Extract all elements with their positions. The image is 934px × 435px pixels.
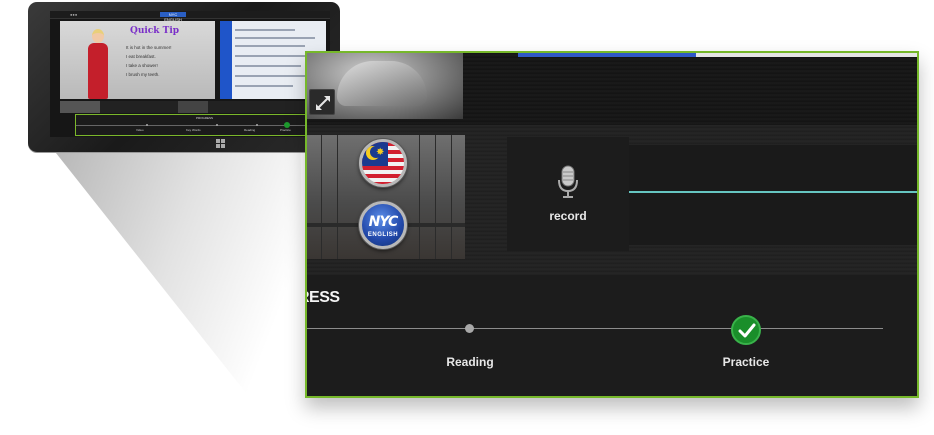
windows-logo-icon [216, 139, 226, 149]
nyc-english-logo-icon[interactable]: NYC ENGLISH [359, 201, 407, 249]
step-complete-practice[interactable] [731, 315, 761, 345]
waveform-line [629, 191, 917, 193]
checkmark-icon [738, 323, 756, 338]
video-progress-track[interactable] [696, 53, 917, 57]
zoomed-detail-panel: ✸ NYC ENGLISH record RESS [305, 51, 919, 398]
tablet-step-label: Practice [280, 128, 291, 132]
tablet-progress-title: PROGRESS [196, 116, 214, 120]
record-button[interactable]: record [507, 137, 629, 251]
microphone-icon [558, 165, 578, 198]
quick-tip-line: I take a shower! [126, 63, 158, 68]
step-label-practice: Practice [722, 355, 770, 369]
progress-title: RESS [307, 289, 340, 306]
audio-waveform [629, 145, 917, 245]
tablet-step-label: Reading [244, 128, 256, 132]
expand-icon [316, 96, 330, 110]
progress-track [307, 328, 883, 329]
tablet-screen: ●●● NYC ENGLISH Quick Tip It is hot in t… [50, 11, 330, 137]
video-area [307, 53, 917, 125]
tablet-app-title: ●●● [70, 12, 78, 17]
tablet-topbar: ●●● NYC ENGLISH [50, 11, 330, 22]
quick-tip-line: I brush my teeth. [126, 72, 160, 77]
tablet-video[interactable]: Quick Tip It is hot in the summer! I eat… [60, 21, 215, 99]
presenter-image [86, 29, 110, 99]
practice-area: ✸ NYC ENGLISH record [307, 125, 917, 275]
quick-tip-line: It is hot in the summer! [126, 45, 172, 50]
quick-tip-line: I eat breakfast. [126, 54, 156, 59]
video-progress-fill[interactable] [518, 53, 696, 57]
tablet-thumbnail [178, 101, 208, 113]
tablet-progress-panel: PROGRESS Video Key Words Reading Practic… [75, 114, 327, 136]
tablet-step-label: Key Words [186, 128, 201, 132]
step-label-reading: Reading [446, 355, 494, 369]
tablet-device: ●●● NYC ENGLISH Quick Tip It is hot in t… [28, 2, 340, 152]
tablet-logo: NYC ENGLISH [160, 12, 186, 22]
progress-panel: RESS Reading Practice [307, 275, 917, 396]
fullscreen-button[interactable] [309, 89, 335, 115]
tablet-step-label: Video [136, 128, 144, 132]
step-dot-reading[interactable] [465, 324, 474, 333]
quick-tip-title: Quick Tip [130, 26, 180, 36]
record-label: record [549, 209, 587, 223]
malaysia-flag-icon[interactable]: ✸ [359, 139, 407, 187]
tablet-thumbnail [60, 101, 100, 113]
